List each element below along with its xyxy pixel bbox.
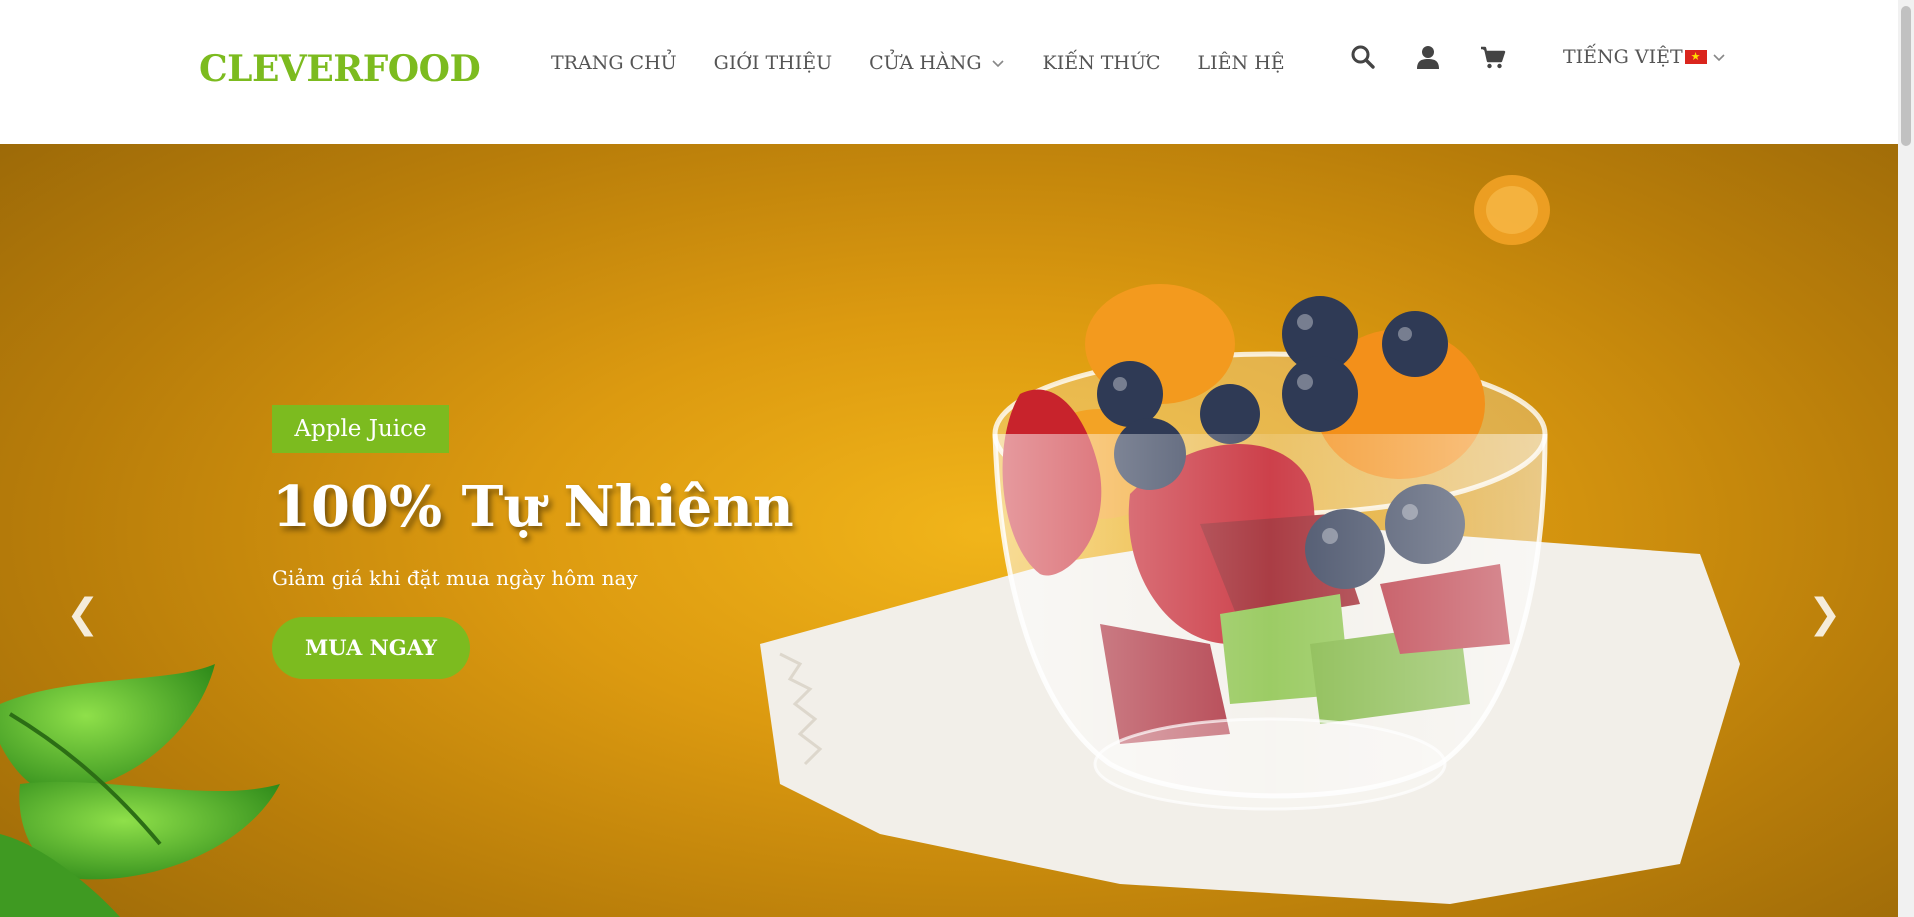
slider-prev-arrow[interactable]: ❮ (66, 594, 100, 634)
buy-now-button[interactable]: MUA NGAY (272, 617, 470, 679)
main-nav: TRANG CHỦ GIỚI THIỆU CỬA HÀNG KIẾN THỨC … (551, 52, 1322, 74)
search-icon[interactable] (1350, 44, 1376, 70)
nav-item-label: TRANG CHỦ (551, 52, 677, 74)
hero-slider: Apple Juice 100% Tự Nhiênn Giảm giá khi … (0, 144, 1898, 917)
site-logo[interactable]: CLEVERFOOD (199, 48, 481, 90)
nav-item-label: CỬA HÀNG (869, 52, 982, 74)
hero-subtitle: Giảm giá khi đặt mua ngày hôm nay (272, 566, 638, 590)
slider-next-arrow[interactable]: ❯ (1808, 594, 1842, 634)
site-header: CLEVERFOOD TRANG CHỦ GIỚI THIỆU CỬA HÀNG… (0, 0, 1898, 144)
nav-item-home[interactable]: TRANG CHỦ (551, 52, 677, 74)
header-tools: TIẾNG VIỆT ★ (1350, 44, 1727, 70)
language-label: TIẾNG VIỆT (1563, 46, 1683, 68)
vietnam-flag-icon: ★ (1684, 50, 1707, 64)
chevron-down-icon (1713, 54, 1725, 62)
language-selector[interactable]: TIẾNG VIỆT ★ (1563, 46, 1727, 68)
cart-icon[interactable] (1480, 44, 1506, 70)
product-badge: Apple Juice (272, 405, 449, 453)
hero-headline: 100% Tự Nhiênn (272, 474, 794, 540)
user-icon[interactable] (1415, 44, 1441, 70)
nav-item-about[interactable]: GIỚI THIỆU (714, 52, 832, 74)
nav-item-label: GIỚI THIỆU (713, 52, 833, 74)
nav-item-shop[interactable]: CỬA HÀNG (869, 52, 1005, 74)
chevron-down-icon (991, 60, 1004, 68)
nav-item-label: KIẾN THỨC (1042, 52, 1161, 74)
scrollbar-thumb[interactable] (1901, 6, 1911, 146)
nav-item-knowledge[interactable]: KIẾN THỨC (1043, 52, 1161, 74)
page-scrollbar[interactable] (1898, 0, 1914, 917)
nav-item-label: LIÊN HỆ (1197, 52, 1285, 74)
nav-item-contact[interactable]: LIÊN HỆ (1198, 52, 1285, 74)
